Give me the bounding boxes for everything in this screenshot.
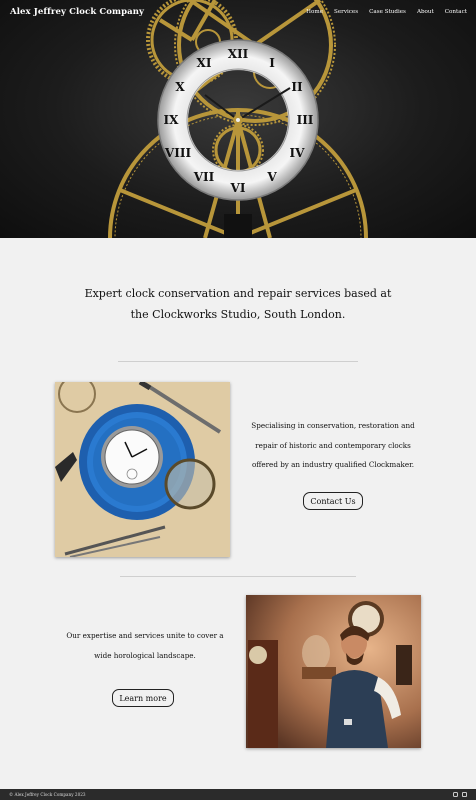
section-divider	[118, 361, 358, 362]
copyright-text: © Alex Jeffrey Clock Company 2023	[9, 792, 86, 797]
nav-case-studies[interactable]: Case Studies	[369, 9, 406, 15]
hero-banner: XII I II III IV V VI VII VIII IX X XI Al…	[0, 0, 476, 238]
svg-text:VII: VII	[193, 170, 215, 184]
svg-text:VI: VI	[230, 181, 246, 195]
clockmaker-photo	[246, 595, 421, 748]
svg-text:IV: IV	[290, 146, 306, 160]
learn-more-button[interactable]: Learn more	[112, 689, 174, 707]
svg-text:IX: IX	[164, 113, 180, 127]
site-footer: © Alex Jeffrey Clock Company 2023	[0, 789, 476, 800]
nav-contact[interactable]: Contact	[445, 9, 467, 15]
feature-services-text: Specialising in conservation, restoratio…	[240, 416, 426, 475]
svg-text:X: X	[175, 80, 185, 94]
feature-line: offered by an industry qualified Clockma…	[251, 460, 415, 469]
svg-text:VIII: VIII	[164, 146, 192, 160]
feature-expertise-text: Our expertise and services unite to cove…	[50, 626, 240, 665]
section-divider	[120, 576, 356, 577]
nav-services[interactable]: Services	[334, 9, 358, 15]
nav-home[interactable]: Home	[306, 9, 323, 15]
intro-text: Expert clock conservation and repair ser…	[0, 283, 476, 325]
svg-text:I: I	[269, 56, 275, 70]
feature-line: repair of historic and contemporary cloc…	[255, 440, 411, 450]
contact-us-button[interactable]: Contact Us	[303, 492, 363, 510]
svg-text:II: II	[291, 80, 303, 94]
brand-logo[interactable]: Alex Jeffrey Clock Company	[10, 7, 144, 17]
instagram-icon[interactable]	[453, 792, 458, 797]
intro-line: Expert clock conservation and repair ser…	[84, 287, 392, 300]
feature-line: Our expertise and services unite to cove…	[66, 631, 224, 640]
feature-line: Specialising in conservation, restoratio…	[251, 421, 415, 430]
svg-text:XII: XII	[228, 47, 249, 61]
svg-text:V: V	[266, 170, 277, 184]
linkedin-icon[interactable]	[462, 792, 467, 797]
nav-about[interactable]: About	[417, 9, 434, 15]
feature-line: wide horological landscape.	[94, 650, 196, 660]
main-nav: Home Services Case Studies About Contact	[306, 9, 467, 15]
hero-clock-image: XII I II III IV V VI VII VIII IX X XI	[108, 0, 368, 238]
pocket-watch-photo	[55, 382, 230, 557]
intro-line: the Clockworks Studio, South London.	[130, 308, 346, 321]
social-icons	[453, 792, 467, 797]
svg-text:XI: XI	[197, 56, 212, 70]
svg-text:III: III	[297, 113, 314, 127]
